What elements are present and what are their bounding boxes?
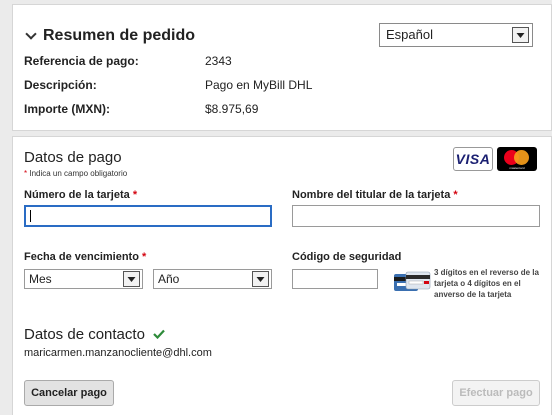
order-summary-panel: Resumen de pedido Español Referencia de … — [12, 4, 552, 131]
mastercard-logo: mastercard — [497, 147, 537, 171]
language-select[interactable]: Español — [379, 23, 533, 47]
dropdown-arrow-icon — [123, 271, 140, 287]
cvv-card-icon — [394, 271, 431, 295]
security-code-label: Código de seguridad — [292, 251, 402, 263]
expiry-year-value: Año — [158, 272, 180, 286]
reference-value: 2343 — [205, 54, 232, 68]
description-value: Pago en MyBill DHL — [205, 78, 313, 92]
text-caret — [30, 210, 31, 222]
order-summary-title: Resumen de pedido — [43, 27, 196, 44]
language-selected: Español — [386, 27, 433, 42]
cancel-payment-button[interactable]: Cancelar pago — [24, 380, 114, 406]
visa-logo: VISA — [453, 147, 493, 171]
order-summary-toggle[interactable]: Resumen de pedido — [24, 27, 195, 45]
amount-label: Importe (MXN): — [24, 102, 110, 116]
checkmark-icon — [153, 326, 165, 343]
required-note: * Indica un campo obligatorio — [24, 169, 128, 178]
expiry-month-value: Mes — [29, 272, 52, 286]
payment-panel: Datos de pago * Indica un campo obligato… — [12, 136, 552, 415]
expiry-year-select[interactable]: Año — [153, 269, 272, 289]
dropdown-arrow-icon — [252, 271, 269, 287]
security-code-input[interactable] — [292, 269, 378, 289]
amount-value: $8.975,69 — [205, 102, 259, 116]
card-holder-input[interactable] — [292, 205, 540, 227]
contact-title-row: Datos de contacto — [24, 326, 165, 343]
card-number-input[interactable] — [24, 205, 272, 227]
description-label: Descripción: — [24, 78, 97, 92]
dropdown-arrow-icon — [512, 27, 529, 43]
payment-title: Datos de pago — [24, 149, 122, 166]
contact-email: maricarmen.manzanocliente@dhl.com — [24, 347, 212, 359]
card-number-label: Número de la tarjeta * — [24, 189, 138, 201]
security-code-hint: 3 dígitos en el reverso de la tarjeta o … — [434, 268, 539, 299]
reference-label: Referencia de pago: — [24, 54, 139, 68]
expiry-month-select[interactable]: Mes — [24, 269, 143, 289]
contact-title: Datos de contacto — [24, 326, 145, 343]
accepted-cards: VISA mastercard — [453, 147, 537, 171]
expiry-label: Fecha de vencimiento * — [24, 251, 147, 263]
submit-payment-button[interactable]: Efectuar pago — [452, 380, 540, 406]
card-holder-label: Nombre del titular de la tarjeta * — [292, 189, 458, 201]
chevron-down-icon — [25, 27, 37, 40]
